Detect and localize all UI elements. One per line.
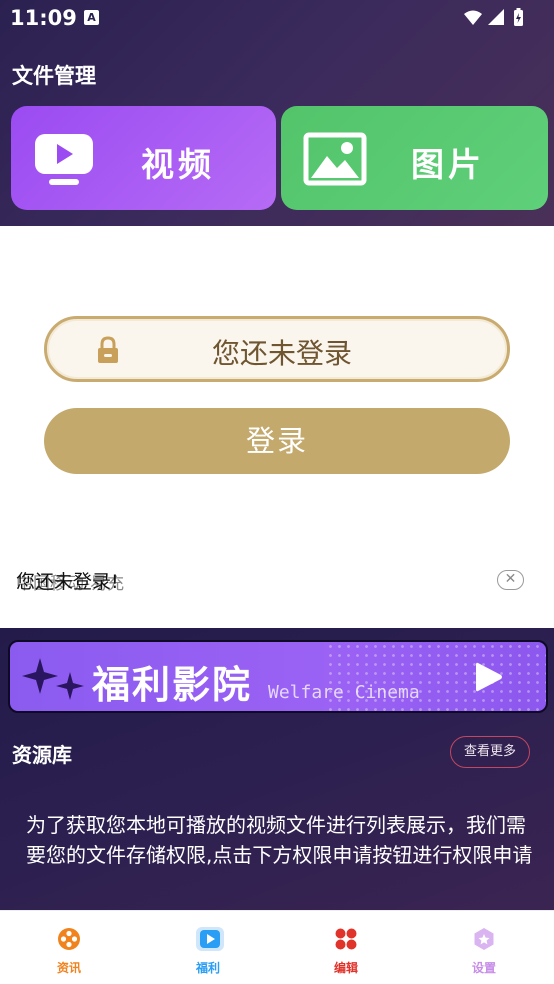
nav-label-news: 资讯 xyxy=(56,961,81,975)
nav-item-news[interactable]: 资讯 xyxy=(29,927,109,976)
file-management-title: 文件管理 xyxy=(12,64,96,88)
notification-icon: A xyxy=(84,10,99,25)
nav-item-settings[interactable]: 设置 xyxy=(444,927,524,976)
video-card-button[interactable]: 视频 xyxy=(11,106,276,210)
see-more-button[interactable]: 查看更多 xyxy=(450,736,530,768)
login-status-text: 您还未登录 xyxy=(211,337,352,370)
nav-item-edit[interactable]: 编辑 xyxy=(306,927,386,976)
nav-label-edit: 编辑 xyxy=(333,961,358,975)
welfare-title: 福利影院 xyxy=(92,663,253,707)
film-reel-icon xyxy=(57,927,81,951)
play-icon xyxy=(474,660,504,698)
battery-icon xyxy=(514,8,523,26)
image-card-label: 图片 xyxy=(411,145,485,184)
image-card-button[interactable]: 图片 xyxy=(281,106,548,210)
settings-badge-icon xyxy=(472,927,496,951)
nav-label-settings: 设置 xyxy=(471,961,496,975)
notice-main-text: 您还未登录! xyxy=(16,571,119,593)
play-button-icon xyxy=(196,927,224,951)
wifi-icon xyxy=(464,10,482,25)
video-card-label: 视频 xyxy=(141,145,215,184)
bottom-navigation: 资讯 福利 编辑 设置 xyxy=(0,910,554,984)
welfare-cinema-banner[interactable]: 福利影院 Welfare Cinema xyxy=(8,640,548,713)
tv-play-icon xyxy=(33,132,95,192)
login-button[interactable]: 登录 xyxy=(44,408,510,474)
permission-message: 为了获取您本地可播放的视频文件进行列表展示，我们需要您的文件存储权限,点击下方权… xyxy=(26,813,533,867)
grid-dots-icon xyxy=(334,927,358,951)
content-region: 福利影院 Welfare Cinema 资源库 查看更多 为了获取您本地可播放的… xyxy=(0,628,554,910)
resource-library-title: 资源库 xyxy=(12,743,72,767)
status-bar: 11:09 A xyxy=(0,0,554,38)
sparkle-icon xyxy=(20,656,86,708)
signal-icon xyxy=(488,9,504,25)
status-time: 11:09 xyxy=(10,6,77,30)
close-icon[interactable]: ✕ xyxy=(497,570,524,590)
notice-banner: 中国移动-易充 您还未登录! ✕ xyxy=(0,556,554,606)
nav-label-welfare: 福利 xyxy=(195,961,220,975)
status-icons xyxy=(462,8,542,28)
welfare-subtitle: Welfare Cinema xyxy=(268,682,420,703)
top-header-region: 11:09 A 文件管理 视频 图片 xyxy=(0,0,554,226)
nav-item-welfare[interactable]: 福利 xyxy=(168,927,248,976)
login-status-pill: 您还未登录 xyxy=(44,316,510,382)
picture-icon xyxy=(303,132,367,190)
